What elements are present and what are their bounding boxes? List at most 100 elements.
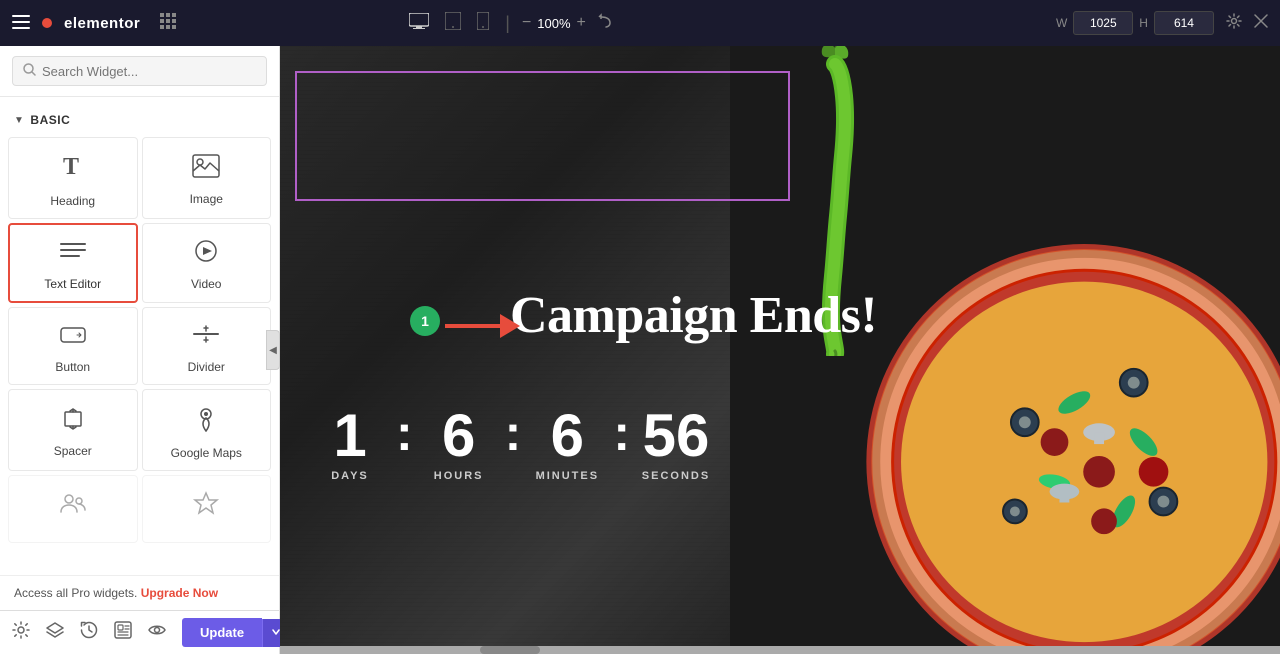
dot-red (42, 18, 52, 28)
h-label: H (1139, 16, 1148, 30)
google-maps-icon (192, 404, 220, 438)
widget-button[interactable]: Button (8, 307, 138, 385)
settings-bottom-icon[interactable] (12, 621, 30, 644)
badge-container: 1 (410, 306, 440, 336)
settings-icon[interactable] (1226, 13, 1242, 34)
heading-icon: T (59, 152, 87, 186)
search-input[interactable] (42, 64, 256, 79)
zoom-plus-button[interactable]: + (577, 14, 586, 32)
search-icon (23, 63, 36, 79)
section-label: Basic (30, 113, 70, 127)
canvas-wrapper: 1 Campaign Ends! 1 DAYS : (280, 46, 1280, 654)
countdown-seconds-value: 56 (643, 406, 710, 466)
selection-box[interactable] (295, 71, 790, 201)
top-bar-center: | − 100% + (405, 8, 614, 39)
device-mobile-icon[interactable] (473, 8, 493, 39)
height-input[interactable] (1154, 11, 1214, 35)
grid-icon[interactable] (160, 13, 176, 34)
canvas-scrollbar[interactable] (280, 646, 1280, 654)
w-label: W (1056, 16, 1067, 30)
countdown-minutes: 6 MINUTES (527, 406, 607, 482)
w-h-fields: W H (1056, 11, 1214, 35)
divider-icon (192, 322, 220, 352)
countdown-sep3: : (607, 408, 636, 458)
widget-google-maps[interactable]: Google Maps (142, 389, 272, 471)
widget-video[interactable]: Video (142, 223, 272, 303)
widget-image-label: Image (190, 192, 223, 206)
arrow-container (445, 314, 520, 338)
collapse-panel-button[interactable]: ◀ (266, 330, 280, 370)
widget-google-maps-label: Google Maps (171, 446, 242, 460)
widget-pro-1[interactable] (8, 475, 138, 543)
text-editor-icon (59, 239, 87, 269)
countdown-hours-label: HOURS (434, 470, 484, 482)
pro-banner: Access all Pro widgets. Upgrade Now (0, 575, 279, 610)
countdown-sep1: : (390, 408, 419, 458)
spacer-icon (59, 406, 87, 436)
hamburger-icon[interactable] (12, 13, 30, 34)
history-bottom-icon[interactable] (80, 621, 98, 644)
widget-heading[interactable]: T Heading (8, 137, 138, 219)
widget-divider-label: Divider (188, 360, 225, 374)
preview-bottom-icon[interactable] (148, 621, 166, 644)
countdown-hours-value: 6 (442, 406, 475, 466)
update-btn: Update (182, 618, 289, 647)
search-input-wrap (12, 56, 267, 86)
campaign-title-area[interactable]: Campaign Ends! (510, 286, 877, 345)
canvas-scrollbar-thumb[interactable] (480, 646, 540, 654)
main-area: ▼ Basic T Heading (0, 46, 1280, 654)
templates-bottom-icon[interactable] (114, 621, 132, 644)
app-title: elementor (64, 15, 140, 32)
countdown-section: 1 DAYS : 6 HOURS : 6 MINUTES : (310, 406, 716, 482)
countdown-seconds-label: SECONDS (642, 470, 710, 482)
video-icon (192, 239, 220, 269)
widget-divider[interactable]: Divider (142, 307, 272, 385)
pro1-icon (59, 490, 87, 524)
widget-spacer-label: Spacer (54, 444, 92, 458)
device-tablet-icon[interactable] (441, 8, 465, 39)
zoom-value: 100% (537, 16, 570, 31)
left-panel: ▼ Basic T Heading (0, 46, 280, 654)
arrow-line (445, 324, 500, 328)
upgrade-link[interactable]: Upgrade Now (141, 586, 218, 600)
zoom-minus-button[interactable]: − (522, 14, 531, 32)
widgets-list: ▼ Basic T Heading (0, 97, 279, 575)
widget-text-editor[interactable]: Text Editor (8, 223, 138, 303)
width-input[interactable] (1073, 11, 1133, 35)
widget-heading-label: Heading (50, 194, 95, 208)
widget-video-label: Video (191, 277, 221, 291)
top-bar-right: W H (1056, 11, 1268, 35)
separator: | (505, 13, 510, 34)
countdown-seconds: 56 SECONDS (636, 406, 716, 482)
countdown-days: 1 DAYS (310, 406, 390, 482)
close-icon[interactable] (1254, 14, 1268, 33)
arrow-head-icon (500, 314, 520, 338)
countdown-hours: 6 HOURS (419, 406, 499, 482)
device-desktop-icon[interactable] (405, 9, 433, 38)
bottom-toolbar: Update (0, 610, 279, 654)
widgets-grid: T Heading Image (0, 133, 279, 547)
widget-text-editor-label: Text Editor (44, 277, 101, 291)
countdown-minutes-value: 6 (551, 406, 584, 466)
layers-bottom-icon[interactable] (46, 621, 64, 644)
zoom-controls: − 100% + (522, 14, 586, 32)
countdown-days-label: DAYS (331, 470, 369, 482)
widget-spacer[interactable]: Spacer (8, 389, 138, 471)
widget-image[interactable]: Image (142, 137, 272, 219)
undo-icon[interactable] (598, 13, 614, 34)
campaign-title: Campaign Ends! (510, 287, 877, 344)
search-bar (0, 46, 279, 97)
section-header-basic[interactable]: ▼ Basic (0, 105, 279, 133)
button-icon (59, 322, 87, 352)
widget-pro-2[interactable] (142, 475, 272, 543)
update-main-button[interactable]: Update (182, 618, 262, 647)
image-icon (192, 154, 220, 184)
section-arrow-icon: ▼ (14, 115, 24, 126)
countdown-sep2: : (499, 408, 528, 458)
top-bar-left: elementor (12, 13, 176, 34)
svg-text:T: T (63, 154, 79, 180)
pro2-icon (192, 490, 220, 524)
pro-text: Access all Pro widgets. (14, 586, 137, 600)
top-bar: elementor (0, 0, 1280, 46)
badge-number: 1 (410, 306, 440, 336)
